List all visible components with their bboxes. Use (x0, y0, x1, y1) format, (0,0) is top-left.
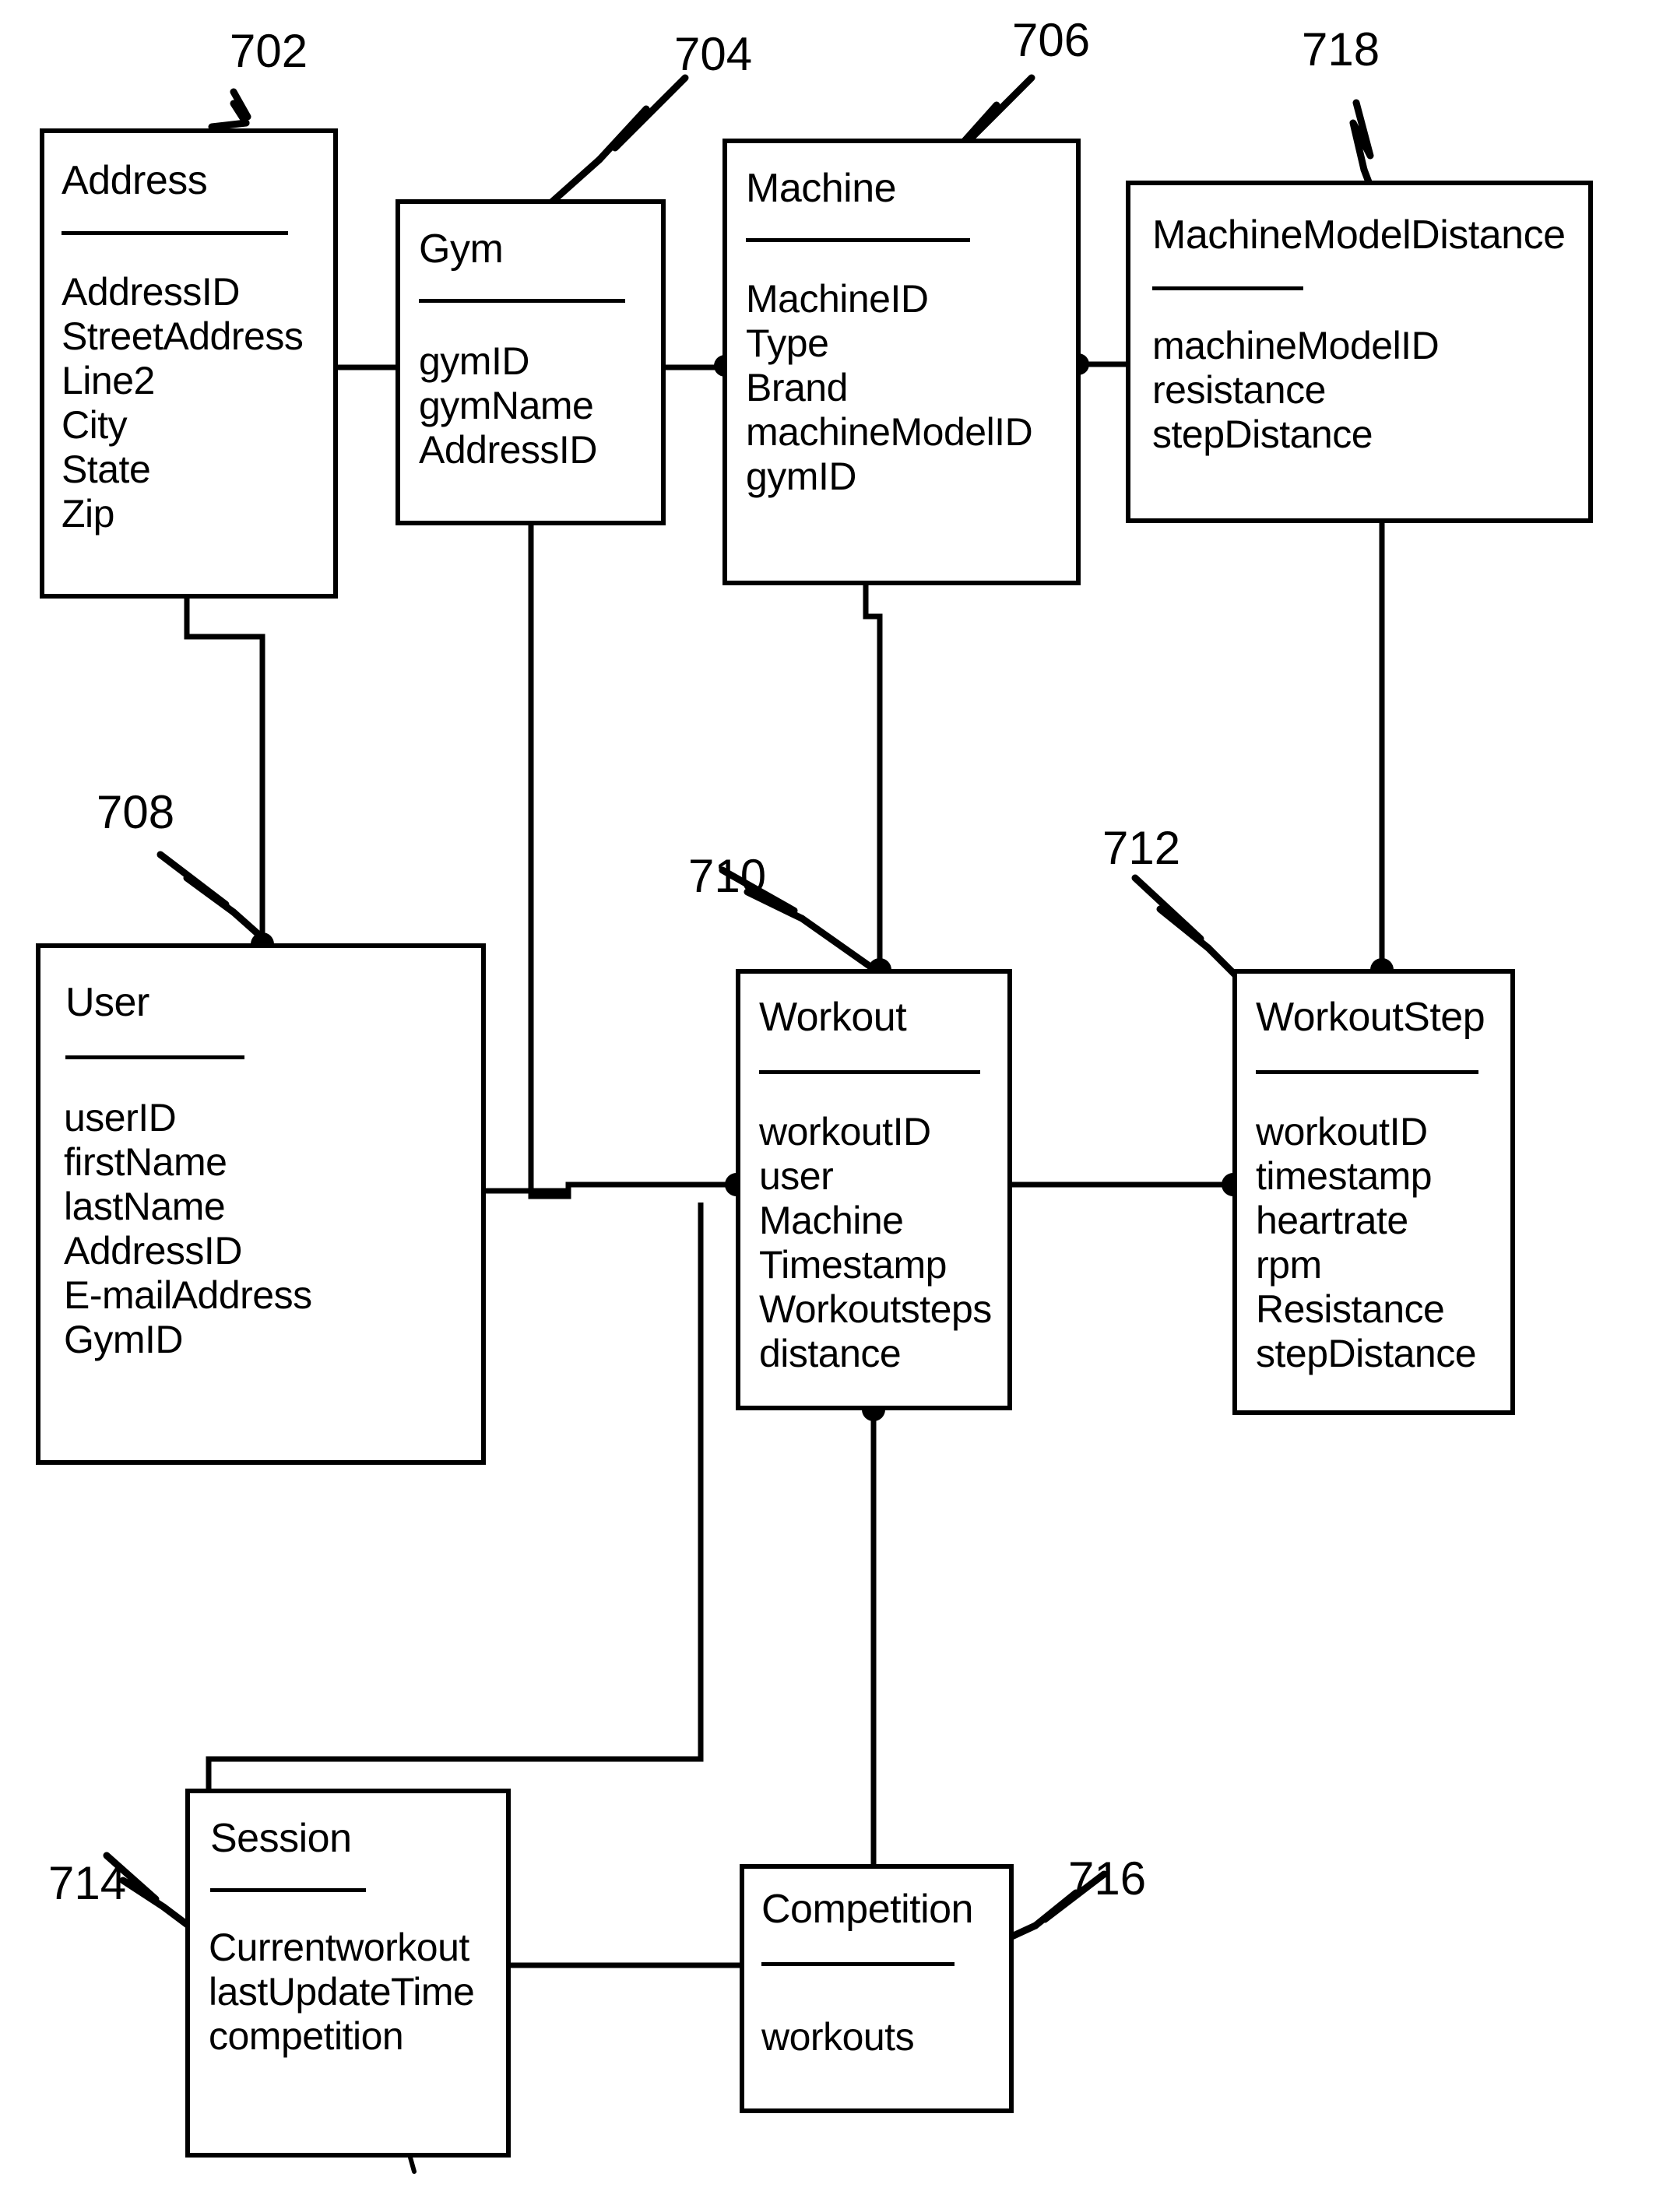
attribute-item: gymID (419, 339, 529, 383)
attribute-item: heartrate (1256, 1199, 1408, 1242)
entity-title-user: User (65, 980, 149, 1025)
entity-competition[interactable]: Competition workouts (740, 1864, 1014, 2113)
attribute-item: Type (746, 321, 829, 365)
entity-title-machinemodeldistance: MachineModelDistance (1152, 212, 1566, 258)
attribute-item: Brand (746, 366, 848, 409)
attribute-item: workouts (761, 2015, 915, 2059)
attribute-item: rpm (1256, 1243, 1322, 1287)
entity-title-workout: Workout (759, 995, 907, 1040)
leader-704b (546, 156, 603, 208)
entity-workout[interactable]: Workout workoutID user Machine Timestamp… (736, 969, 1012, 1410)
ref-716: 716 (1068, 1852, 1147, 1905)
entity-divider-machine (746, 238, 970, 242)
edge-gym-user (528, 525, 571, 1199)
attribute-item: Timestamp (759, 1243, 947, 1287)
attribute-item: Currentworkout (209, 1926, 469, 1969)
attribute-item: E-mailAddress (64, 1273, 312, 1317)
attribute-item: gymID (746, 455, 856, 498)
attribute-list-session: Currentworkout lastUpdateTime competitio… (209, 1926, 475, 2059)
attribute-item: lastName (64, 1185, 226, 1228)
attribute-item: userID (64, 1096, 177, 1139)
ref-710: 710 (688, 850, 767, 902)
entity-user[interactable]: User userID firstName lastName AddressID… (36, 943, 486, 1465)
attribute-item: Workoutsteps (759, 1287, 992, 1331)
entity-machinemodeldistance[interactable]: MachineModelDistance machineModelID resi… (1126, 181, 1593, 523)
leader-708 (156, 851, 237, 916)
attribute-item: firstName (64, 1140, 227, 1184)
entity-title-session: Session (210, 1816, 352, 1861)
entity-title-gym: Gym (419, 226, 504, 272)
attribute-item: distance (759, 1332, 902, 1375)
attribute-list-user: userID firstName lastName AddressID E-ma… (64, 1096, 312, 1362)
entity-divider-workoutstep (1256, 1070, 1478, 1074)
attribute-list-address: AddressID StreetAddress Line2 City State… (62, 270, 304, 536)
leader-702 (230, 88, 251, 127)
attribute-list-competition: workouts (761, 2015, 915, 2059)
attribute-item: stepDistance (1256, 1332, 1477, 1375)
leader-704 (596, 74, 689, 163)
attribute-item: GymID (64, 1318, 184, 1361)
attribute-item: Zip (62, 492, 114, 535)
attribute-list-workout: workoutID user Machine Timestamp Workout… (759, 1110, 992, 1376)
edge-address-user (184, 599, 265, 943)
attribute-item: Line2 (62, 359, 155, 402)
entity-divider-gym (419, 299, 625, 303)
attribute-item: gymName (419, 384, 594, 427)
attribute-item: MachineID (746, 277, 929, 321)
attribute-item: State (62, 448, 151, 491)
entity-divider-workout (759, 1070, 980, 1074)
attribute-item: AddressID (62, 270, 240, 314)
entity-title-competition: Competition (761, 1887, 973, 1932)
edge-user-workout (486, 1181, 736, 1194)
attribute-item: AddressID (419, 428, 597, 472)
edge-machine-workout (863, 585, 883, 969)
attribute-item: machineModelID (1152, 324, 1440, 367)
attribute-item: resistance (1152, 368, 1326, 412)
ref-714: 714 (48, 1857, 127, 1909)
attribute-item: machineModelID (746, 410, 1033, 454)
ref-702: 702 (230, 25, 308, 77)
entity-machine[interactable]: Machine MachineID Type Brand machineMode… (722, 139, 1081, 585)
attribute-item: StreetAddress (62, 314, 304, 358)
entity-session[interactable]: Session Currentworkout lastUpdateTime co… (185, 1789, 511, 2158)
leader-712 (1131, 874, 1212, 952)
leader-702b (208, 119, 250, 131)
attribute-item: competition (209, 2014, 404, 2058)
attribute-item: workoutID (1256, 1110, 1428, 1153)
entity-divider-user (65, 1055, 244, 1059)
leader-708b (230, 908, 272, 947)
session-tick (408, 2155, 417, 2174)
attribute-item: Resistance (1256, 1287, 1445, 1331)
attribute-list-machinemodeldistance: machineModelID resistance stepDistance (1152, 324, 1440, 457)
entity-divider-session (210, 1888, 366, 1892)
attribute-item: City (62, 403, 128, 447)
entity-gym[interactable]: Gym gymID gymName AddressID (396, 199, 666, 525)
leader-718 (1349, 99, 1374, 174)
ref-704: 704 (674, 28, 753, 80)
ref-708: 708 (97, 786, 175, 838)
ref-712: 712 (1102, 822, 1181, 874)
leader-710b (798, 915, 874, 971)
entity-divider-machinemodeldistance (1152, 286, 1303, 290)
entity-address[interactable]: Address AddressID StreetAddress Line2 Ci… (40, 128, 338, 599)
entity-divider-competition (761, 1962, 955, 1966)
attribute-item: workoutID (759, 1110, 931, 1153)
entity-workoutstep[interactable]: WorkoutStep workoutID timestamp heartrat… (1232, 969, 1515, 1415)
attribute-item: Machine (759, 1199, 904, 1242)
attribute-list-machine: MachineID Type Brand machineModelID gymI… (746, 277, 1033, 499)
entity-title-machine: Machine (746, 166, 897, 211)
entity-title-workoutstep: WorkoutStep (1256, 995, 1485, 1040)
attribute-list-gym: gymID gymName AddressID (419, 339, 597, 472)
er-diagram-canvas: 702 704 706 718 708 710 712 714 716 Addr… (0, 0, 1677, 2212)
entity-divider-address (62, 231, 288, 235)
ref-718: 718 (1302, 23, 1380, 75)
attribute-item: user (759, 1154, 834, 1198)
attribute-item: AddressID (64, 1229, 242, 1273)
attribute-list-workoutstep: workoutID timestamp heartrate rpm Resist… (1256, 1110, 1477, 1376)
ref-706: 706 (1012, 14, 1091, 66)
attribute-item: lastUpdateTime (209, 1970, 475, 2014)
entity-title-address: Address (62, 158, 208, 203)
attribute-item: stepDistance (1152, 413, 1373, 456)
attribute-item: timestamp (1256, 1154, 1433, 1198)
